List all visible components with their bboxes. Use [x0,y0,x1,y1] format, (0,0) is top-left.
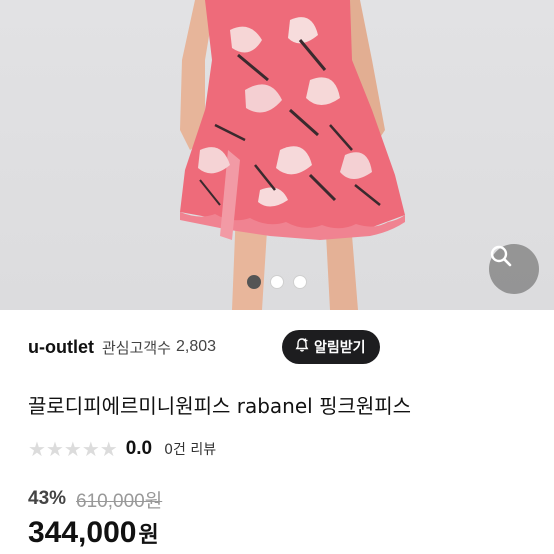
star-icon: ★ [63,437,82,461]
seller-row: u-outlet 관심고객수 2,803 알림받기 [28,330,528,364]
star-rating: ★ ★ ★ ★ ★ [28,439,118,459]
zoom-button[interactable] [489,244,539,294]
carousel-dot-3[interactable] [293,275,307,289]
final-price: 344,000 [28,516,137,549]
star-icon: ★ [45,437,64,461]
carousel-dot-1[interactable] [247,275,261,289]
final-price-row: 344,000 원 [28,516,159,550]
product-image[interactable] [0,0,554,310]
star-icon: ★ [99,437,118,461]
currency-unit: 원 [138,523,159,548]
alert-label: 알림받기 [314,340,366,356]
discount-rate: 43% [28,488,67,509]
dress-photo [180,0,405,310]
interest-count: 2,803 [176,338,217,355]
carousel-dots [247,275,307,289]
bell-plus-icon [294,337,310,357]
review-count[interactable]: 0건 리뷰 [164,439,216,459]
price-row: 43% 610,000원 [28,487,163,512]
product-title: 끌로디피에르미니원피스 rabanel 핑크원피스 [28,394,412,418]
rating-row[interactable]: ★ ★ ★ ★ ★ 0.0 0건 리뷰 [28,437,216,461]
rating-value: 0.0 [125,438,153,459]
carousel-dot-2[interactable] [270,275,284,289]
seller-name[interactable]: u-outlet [28,337,94,358]
interest-label: 관심고객수 [101,338,171,357]
original-price: 610,000원 [76,490,163,512]
star-icon: ★ [81,437,100,461]
star-icon: ★ [28,437,46,461]
alert-button[interactable]: 알림받기 [282,330,380,364]
